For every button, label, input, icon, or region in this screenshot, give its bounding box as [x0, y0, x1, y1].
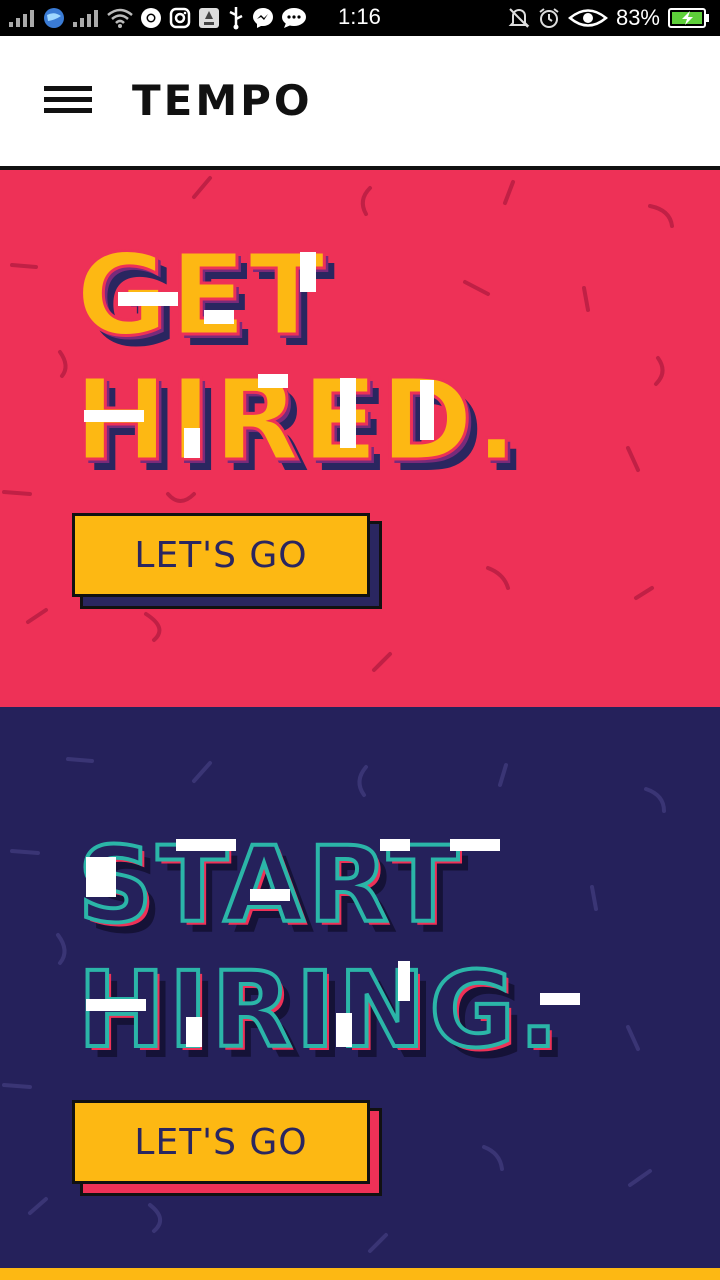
status-bar: 1:16 83%	[0, 0, 720, 36]
signal-icon	[9, 10, 34, 27]
status-icons-left	[8, 6, 307, 30]
next-section-edge	[0, 1268, 720, 1280]
wifi-icon	[107, 8, 133, 28]
mute-icon	[508, 8, 530, 28]
hero-employer-section: START START START HIRING. HIRING. HIRING…	[0, 707, 720, 1268]
app-icon	[199, 8, 219, 28]
get-hired-lets-go-button[interactable]: LET'S GO	[72, 513, 370, 597]
signal-icon	[73, 10, 98, 27]
messenger-icon	[253, 8, 273, 28]
app-header: TEMPO	[0, 36, 720, 166]
chrome-icon	[141, 8, 161, 28]
start-hiring-lets-go-button[interactable]: LET'S GO	[72, 1100, 370, 1184]
battery-icon	[668, 8, 709, 28]
hamburger-menu-button[interactable]	[44, 86, 92, 116]
usb-icon	[229, 7, 243, 30]
svg-text:GET: GET	[76, 231, 327, 361]
cta-label: LET'S GO	[134, 1121, 308, 1163]
svg-text:HIRING.: HIRING.	[78, 949, 562, 1071]
battery-percent: 83%	[615, 5, 660, 30]
headline-get-hired: GET GET GET HIRED. HIRED. HIRED.	[73, 230, 528, 498]
eye-icon	[567, 9, 608, 27]
status-icons-right: 83%	[508, 5, 710, 31]
hero-candidate-section: GET GET GET HIRED. HIRED. HIRED. LET'S G…	[0, 170, 720, 707]
instagram-icon	[169, 7, 191, 29]
cta-label: LET'S GO	[134, 534, 308, 576]
status-time: 1:16	[338, 4, 381, 29]
alarm-icon	[539, 8, 559, 28]
globe-icon	[44, 8, 64, 28]
app-logo: TEMPO	[132, 76, 313, 125]
chat-icon	[282, 8, 306, 28]
